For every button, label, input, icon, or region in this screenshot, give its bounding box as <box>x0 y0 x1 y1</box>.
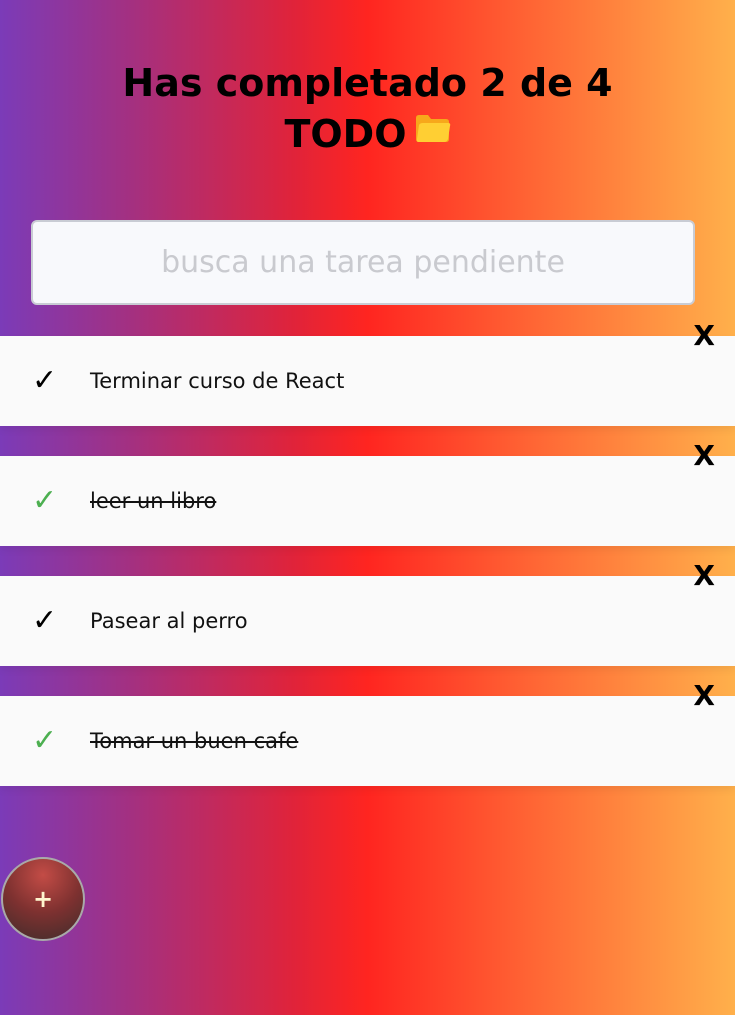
todo-item: ✓ Terminar curso de React X <box>0 320 735 426</box>
todo-text: Pasear al perro <box>90 609 248 633</box>
complete-check-button[interactable]: ✓ <box>32 483 57 519</box>
search-input[interactable] <box>31 220 695 305</box>
page-title: Has completado 2 de 4 TODO <box>0 58 735 160</box>
todo-text: Tomar un buen cafe <box>90 729 299 753</box>
add-todo-button[interactable]: + <box>1 857 85 941</box>
todo-item: ✓ Pasear al perro X <box>0 560 735 666</box>
todo-text: leer un libro <box>90 489 217 513</box>
todo-item: ✓ Tomar un buen cafe X <box>0 680 735 786</box>
delete-button[interactable]: X <box>693 320 715 352</box>
delete-button[interactable]: X <box>693 680 715 712</box>
delete-button[interactable]: X <box>693 560 715 592</box>
todo-text: Terminar curso de React <box>90 369 345 393</box>
delete-button[interactable]: X <box>693 440 715 472</box>
complete-check-button[interactable]: ✓ <box>32 723 57 759</box>
folder-icon <box>415 115 450 142</box>
plus-icon: + <box>32 885 54 913</box>
complete-check-button[interactable]: ✓ <box>32 363 57 399</box>
title-line-1: Has completado 2 de 4 <box>122 61 613 105</box>
title-line-2: TODO <box>0 109 735 160</box>
title-todo-label: TODO <box>284 112 407 156</box>
complete-check-button[interactable]: ✓ <box>32 603 57 639</box>
todo-item: ✓ leer un libro X <box>0 440 735 546</box>
